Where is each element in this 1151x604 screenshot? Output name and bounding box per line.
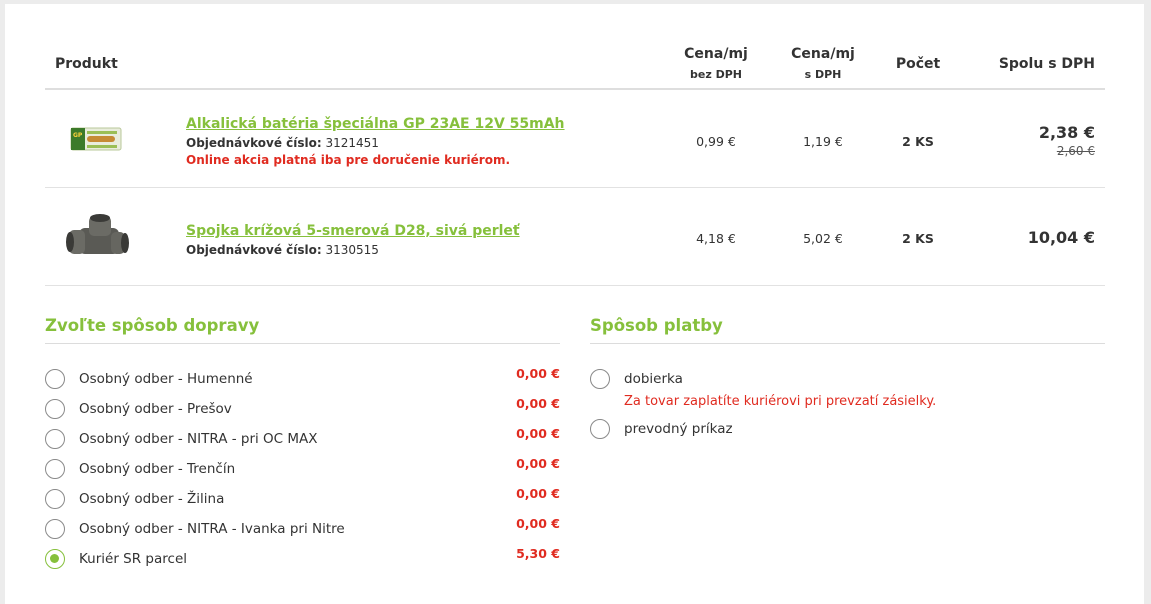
product-link[interactable]: Spojka krížová 5-smerová D28, sivá perle…: [186, 223, 520, 239]
payment-option-label: prevodný príkaz: [624, 421, 733, 437]
checkout-card: Produkt Cena/mj bez DPH Cena/mj s DPH Po…: [5, 4, 1144, 604]
shipping-option-label: Osobný odber - NITRA - pri OC MAX: [79, 431, 318, 447]
shipping-option[interactable]: Osobný odber - Prešov 0,00 €: [45, 394, 560, 424]
shipping-option-label: Osobný odber - Žilina: [79, 491, 225, 507]
total-price: 2,38 €: [1038, 123, 1095, 142]
shipping-price: 0,00 €: [516, 486, 560, 501]
payment-section: Spôsob platby dobierka Za tovar zaplatít…: [590, 316, 1105, 444]
order-number: Objednávkové číslo: 3121451: [186, 136, 565, 150]
unit-price-net: 0,99 €: [696, 134, 736, 149]
shipping-option-label: Osobný odber - Trenčín: [79, 461, 236, 477]
shipping-option[interactable]: Osobný odber - NITRA - Ivanka pri Nitre 0…: [45, 514, 560, 544]
shipping-option-label: Osobný odber - NITRA - Ivanka pri Nitre: [79, 521, 345, 537]
shipping-price: 0,00 €: [516, 366, 560, 381]
shipping-section: Zvoľte spôsob dopravy Osobný odber - Hum…: [45, 316, 560, 574]
shipping-price: 0,00 €: [516, 516, 560, 531]
shipping-option[interactable]: Osobný odber - Trenčín 0,00 €: [45, 454, 560, 484]
radio-button[interactable]: [45, 459, 65, 479]
payment-title: Spôsob platby: [590, 316, 1105, 344]
radio-button[interactable]: [45, 489, 65, 509]
quantity: 2 KS: [902, 231, 934, 246]
svg-text:GP: GP: [73, 132, 83, 139]
unit-price-net: 4,18 €: [696, 231, 736, 246]
product-link[interactable]: Alkalická batéria špeciálna GP 23AE 12V …: [186, 116, 565, 132]
order-number-value: 3130515: [325, 243, 379, 257]
quantity: 2 KS: [902, 134, 934, 149]
shipping-option-label: Osobný odber - Prešov: [79, 401, 232, 417]
shipping-price: 0,00 €: [516, 396, 560, 411]
header-price-net: Cena/mj bez DPH: [673, 46, 759, 81]
cart-header: Produkt Cena/mj bez DPH Cena/mj s DPH Po…: [45, 24, 1105, 90]
payment-option-label: dobierka: [624, 371, 683, 387]
radio-button[interactable]: [45, 519, 65, 539]
radio-button[interactable]: [45, 399, 65, 419]
shipping-price: 0,00 €: [516, 456, 560, 471]
shipping-option-selected[interactable]: Kuriér SR parcel 5,30 €: [45, 544, 560, 574]
header-price-net-label: Cena/mj: [684, 46, 748, 62]
radio-button[interactable]: [590, 369, 610, 389]
pipe-connector-image[interactable]: [59, 208, 135, 266]
order-number-label: Objednávkové číslo:: [186, 243, 322, 257]
radio-button[interactable]: [45, 369, 65, 389]
battery-image[interactable]: GP: [59, 110, 135, 168]
header-price-gross-label: Cena/mj: [791, 46, 855, 62]
header-price-gross-sub: s DPH: [804, 68, 842, 81]
order-number-label: Objednávkové číslo:: [186, 136, 322, 150]
shipping-option[interactable]: Osobný odber - NITRA - pri OC MAX 0,00 €: [45, 424, 560, 454]
payment-option[interactable]: prevodný príkaz: [590, 414, 1105, 444]
header-price-net-sub: bez DPH: [690, 68, 742, 81]
radio-button[interactable]: [590, 419, 610, 439]
shipping-option[interactable]: Osobný odber - Humenné 0,00 €: [45, 364, 560, 394]
payment-option[interactable]: dobierka: [590, 364, 1105, 394]
header-product: Produkt: [55, 56, 118, 72]
header-total: Spolu s DPH: [998, 56, 1095, 72]
order-number-value: 3121451: [325, 136, 379, 150]
radio-button-selected[interactable]: [45, 549, 65, 569]
shipping-option-label: Kuriér SR parcel: [79, 551, 187, 567]
unit-price-gross: 1,19 €: [803, 134, 843, 149]
row-total: 10,04 €: [1028, 228, 1095, 247]
shipping-price: 0,00 €: [516, 426, 560, 441]
product-info: Alkalická batéria špeciálna GP 23AE 12V …: [186, 116, 565, 167]
radio-button[interactable]: [45, 429, 65, 449]
cart-row: GP Alkalická batéria špeciálna GP 23AE 1…: [45, 90, 1105, 188]
shipping-option-label: Osobný odber - Humenné: [79, 371, 253, 387]
shipping-price: 5,30 €: [516, 546, 560, 561]
cart-table: Produkt Cena/mj bez DPH Cena/mj s DPH Po…: [45, 24, 1105, 286]
payment-note: Za tovar zaplatíte kuriérovi pri prevzat…: [624, 394, 937, 409]
shipping-title: Zvoľte spôsob dopravy: [45, 316, 560, 344]
header-price-gross: Cena/mj s DPH: [780, 46, 866, 81]
header-quantity: Počet: [895, 56, 941, 72]
promo-note: Online akcia platná iba pre doručenie ku…: [186, 153, 511, 167]
product-info: Spojka krížová 5-smerová D28, sivá perle…: [186, 223, 520, 257]
cart-row: Spojka krížová 5-smerová D28, sivá perle…: [45, 188, 1105, 286]
shipping-option[interactable]: Osobný odber - Žilina 0,00 €: [45, 484, 560, 514]
order-number: Objednávkové číslo: 3130515: [186, 243, 520, 257]
unit-price-gross: 5,02 €: [803, 231, 843, 246]
old-price: 2,60 €: [1056, 144, 1095, 158]
row-total: 2,38 € 2,60 €: [1039, 123, 1095, 158]
total-price: 10,04 €: [1027, 228, 1095, 247]
